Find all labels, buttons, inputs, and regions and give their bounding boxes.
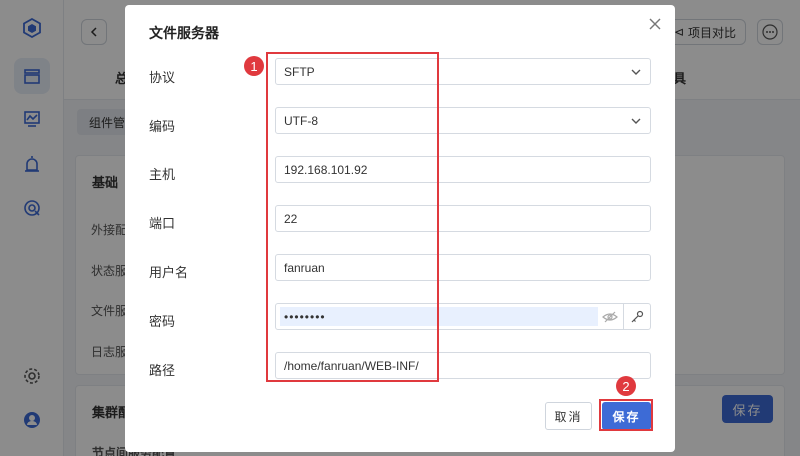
key-icon [631,310,644,322]
annotation-box-fields [266,52,439,382]
chevron-down-icon [631,118,641,124]
annotation-box-save [599,399,653,431]
host-label: 主机 [149,167,176,182]
eye-off-icon[interactable] [602,309,618,325]
dialog-title: 文件服务器 [149,25,219,41]
annotation-badge-1: 1 [244,56,264,76]
port-label: 端口 [149,216,176,231]
protocol-label: 协议 [149,70,176,85]
path-label: 路径 [149,363,176,378]
close-icon[interactable] [647,16,663,32]
key-button[interactable] [623,304,650,329]
chevron-down-icon [631,69,641,75]
encoding-label: 编码 [149,119,176,134]
annotation-badge-2: 2 [616,376,636,396]
password-label: 密码 [149,314,176,329]
cancel-button[interactable]: 取消 [545,402,592,430]
username-label: 用户名 [149,265,189,280]
